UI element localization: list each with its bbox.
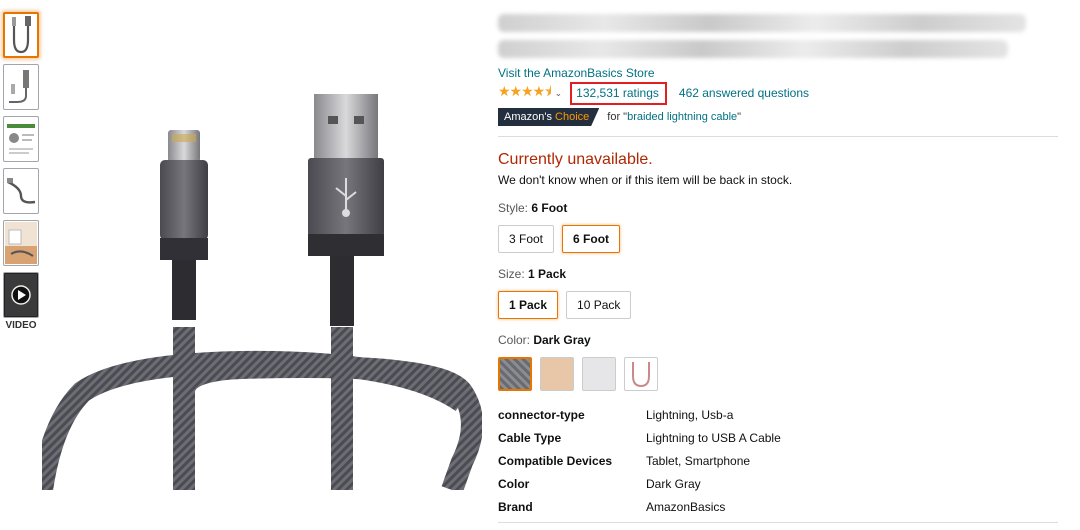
- thumbnail-video[interactable]: [3, 272, 39, 318]
- spec-key: Compatible Devices: [498, 453, 613, 468]
- spec-value: Lightning to USB A Cable: [646, 430, 781, 445]
- cable-angle-thumbnail-icon: [7, 178, 36, 204]
- thumbnail-strip: VIDEO: [3, 12, 41, 331]
- spec-row: connector-type Lightning, Usb-a: [498, 403, 1060, 426]
- badge-choice-text: Choice: [555, 111, 590, 123]
- amazons-choice-badge[interactable]: Amazon's Choice: [498, 108, 600, 126]
- divider: [498, 522, 1058, 523]
- color-swatches: [498, 357, 1060, 391]
- style-option-6-foot[interactable]: 6 Foot: [562, 225, 621, 253]
- thumbnail-infographic[interactable]: [3, 116, 39, 162]
- size-option-10-pack[interactable]: 10 Pack: [566, 291, 632, 319]
- spec-value: AmazonBasics: [646, 499, 726, 514]
- size-label: Size: 1 Pack: [498, 267, 567, 281]
- main-product-image[interactable]: [31, 92, 483, 494]
- spec-value: Tablet, Smartphone: [646, 453, 751, 468]
- spec-row: Compatible Devices Tablet, Smartphone: [498, 449, 1060, 472]
- color-swatch-rose-gold[interactable]: [540, 357, 574, 391]
- video-label: VIDEO: [5, 320, 37, 331]
- thumbnail-cable-front[interactable]: [3, 12, 39, 58]
- product-info-panel: Visit the AmazonBasics Store ★★★★⯨ ⌄ 132…: [498, 10, 1060, 523]
- thumbnail-lifestyle[interactable]: [3, 220, 39, 266]
- spec-row: Color Dark Gray: [498, 472, 1060, 495]
- spec-key: Cable Type: [498, 430, 562, 445]
- divider: [498, 136, 1058, 137]
- choice-query-link[interactable]: braided lightning cable: [627, 111, 737, 123]
- spec-key: Brand: [498, 499, 533, 514]
- ratings-count-link[interactable]: 132,531 ratings: [570, 81, 667, 105]
- size-selected-value: 1 Pack: [528, 267, 567, 281]
- badge-amazons-text: Amazon's: [504, 111, 552, 123]
- color-label: Color: Dark Gray: [498, 333, 591, 347]
- style-options: 3 Foot 6 Foot: [498, 225, 1060, 253]
- spec-key: connector-type: [498, 407, 585, 422]
- size-options: 1 Pack 10 Pack: [498, 291, 1060, 319]
- thumbnail-cable-connector[interactable]: [3, 64, 39, 110]
- product-title-redacted: [498, 10, 1060, 62]
- thumbnail-cable-angle[interactable]: [3, 168, 39, 214]
- color-selected-value: Dark Gray: [533, 333, 591, 347]
- color-swatch-dark-gray[interactable]: [498, 357, 532, 391]
- style-label: Style: 6 Foot: [498, 201, 568, 215]
- rating-row: ★★★★⯨ ⌄ 132,531 ratings 462 answered que…: [498, 81, 1060, 105]
- availability-status: Currently unavailable.: [498, 151, 653, 168]
- style-selected-value: 6 Foot: [531, 201, 568, 215]
- star-rating-icon[interactable]: ★★★★⯨: [498, 81, 552, 105]
- chevron-down-icon[interactable]: ⌄: [555, 88, 563, 99]
- lightning-usb-cable-image: [31, 94, 483, 494]
- spec-value: Lightning, Usb-a: [646, 407, 734, 422]
- infographic-thumbnail-icon: [7, 124, 35, 154]
- color-swatch-cable-image[interactable]: [624, 357, 658, 391]
- product-specs-table: connector-type Lightning, Usb-a Cable Typ…: [498, 403, 1060, 518]
- spec-row: Cable Type Lightning to USB A Cable: [498, 426, 1060, 449]
- cable-swatch-icon: [632, 362, 650, 388]
- play-icon: [5, 274, 37, 316]
- size-option-1-pack[interactable]: 1 Pack: [498, 291, 559, 319]
- lifestyle-thumbnail-icon: [5, 222, 37, 264]
- spec-row: Brand AmazonBasics: [498, 495, 1060, 518]
- availability-note: We don't know when or if this item will …: [498, 173, 793, 187]
- choice-for-text: for "braided lightning cable": [607, 111, 742, 123]
- answered-questions-link[interactable]: 462 answered questions: [679, 86, 809, 100]
- spec-key: Color: [498, 476, 530, 491]
- store-link[interactable]: Visit the AmazonBasics Store: [498, 66, 655, 80]
- color-swatch-silver[interactable]: [582, 357, 616, 391]
- amazons-choice-row: Amazon's Choice for "braided lightning c…: [498, 108, 1060, 126]
- connector-thumbnail-icon: [9, 70, 29, 103]
- style-option-3-foot[interactable]: 3 Foot: [498, 225, 555, 253]
- spec-value: Dark Gray: [646, 476, 701, 491]
- cable-thumbnail-icon: [12, 16, 31, 54]
